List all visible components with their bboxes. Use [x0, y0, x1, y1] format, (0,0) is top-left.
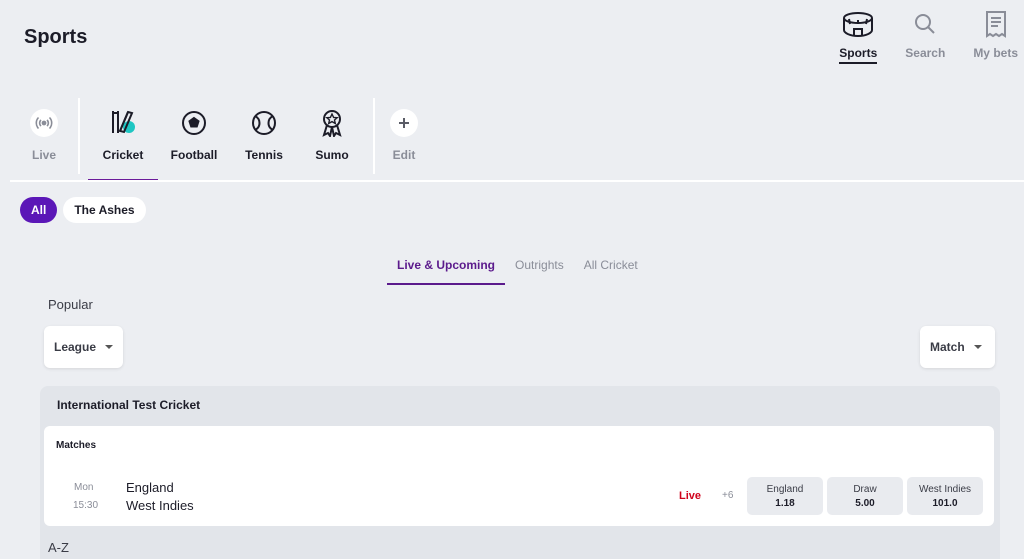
odds-value: 5.00 [855, 497, 875, 509]
page-title: Sports [24, 26, 88, 48]
sport-item-label: Cricket [102, 148, 144, 162]
match-day: Mon [74, 482, 94, 493]
section-heading-popular: Popular [48, 297, 93, 312]
league-title[interactable]: International Test Cricket [57, 398, 200, 412]
odds-button-west-indies[interactable]: West Indies 101.0 [907, 477, 983, 515]
top-nav-sports[interactable]: Sports [839, 8, 878, 64]
dropdown-label: League [54, 340, 97, 354]
odds-label: West Indies [918, 483, 972, 495]
more-markets-link[interactable]: +6 [722, 490, 733, 501]
sport-item-edit[interactable]: Edit [369, 108, 439, 162]
competition-chips: All The Ashes [20, 197, 152, 223]
chip-the-ashes[interactable]: The Ashes [63, 197, 146, 223]
odds-button-england[interactable]: England 1.18 [747, 477, 823, 515]
sport-item-tennis[interactable]: Tennis [229, 108, 299, 162]
chip-all[interactable]: All [20, 197, 58, 223]
top-nav-label: My bets [973, 46, 1018, 60]
odds-button-draw[interactable]: Draw 5.00 [827, 477, 903, 515]
football-icon [181, 108, 207, 138]
divider [10, 180, 1024, 182]
sport-item-label: Edit [392, 148, 416, 162]
top-nav-search[interactable]: Search [905, 8, 945, 64]
caret-down-icon [973, 345, 982, 349]
sport-bar: Live Cricket Football Tennis Sumo Edit [0, 90, 1024, 182]
matches-card: Matches Mon 15:30 England West Indies Li… [44, 426, 994, 526]
plus-icon [390, 108, 418, 138]
odds-value: 1.18 [775, 497, 795, 509]
sport-item-cricket[interactable]: Cricket [88, 108, 158, 162]
live-status: Live [679, 490, 702, 502]
sport-item-label: Sumo [315, 148, 349, 162]
team-away[interactable]: West Indies [126, 498, 194, 513]
sport-item-label: Football [170, 148, 218, 162]
match-time: 15:30 [73, 500, 99, 511]
tab-live-upcoming[interactable]: Live & Upcoming [387, 252, 506, 285]
team-home[interactable]: England [126, 480, 174, 495]
sport-item-label: Live [31, 148, 56, 162]
cricket-icon [108, 108, 138, 138]
sport-item-sumo[interactable]: Sumo [297, 108, 367, 162]
top-nav: Sports Search My bets [811, 8, 1018, 64]
tab-all-cricket[interactable]: All Cricket [574, 252, 648, 285]
odds-label: England [766, 483, 804, 495]
betslip-icon [985, 8, 1007, 40]
odds-value: 101.0 [932, 497, 958, 509]
live-icon [30, 108, 58, 138]
top-nav-my-bets[interactable]: My bets [973, 8, 1018, 64]
odds-label: Draw [853, 483, 877, 495]
dropdown-label: Match [930, 340, 965, 354]
caret-down-icon [105, 345, 114, 349]
divider [78, 98, 80, 174]
match-dropdown[interactable]: Match [920, 326, 995, 368]
search-icon [913, 8, 937, 40]
sport-item-label: Tennis [245, 148, 283, 162]
section-heading-a-z: A-Z [48, 540, 69, 555]
top-nav-label: Search [905, 46, 946, 60]
top-nav-label: Sports [839, 46, 878, 64]
sport-item-live[interactable]: Live [9, 108, 79, 162]
view-tabs: Live & Upcoming Outrights All Cricket [387, 252, 648, 285]
league-dropdown[interactable]: League [44, 326, 123, 368]
league-card: International Test Cricket Matches Mon 1… [40, 386, 1000, 559]
matches-heading: Matches [56, 440, 97, 451]
sport-item-football[interactable]: Football [159, 108, 229, 162]
stadium-icon [841, 8, 875, 40]
tennis-icon [251, 108, 277, 138]
sumo-icon [319, 108, 345, 138]
tab-outrights[interactable]: Outrights [505, 252, 574, 285]
